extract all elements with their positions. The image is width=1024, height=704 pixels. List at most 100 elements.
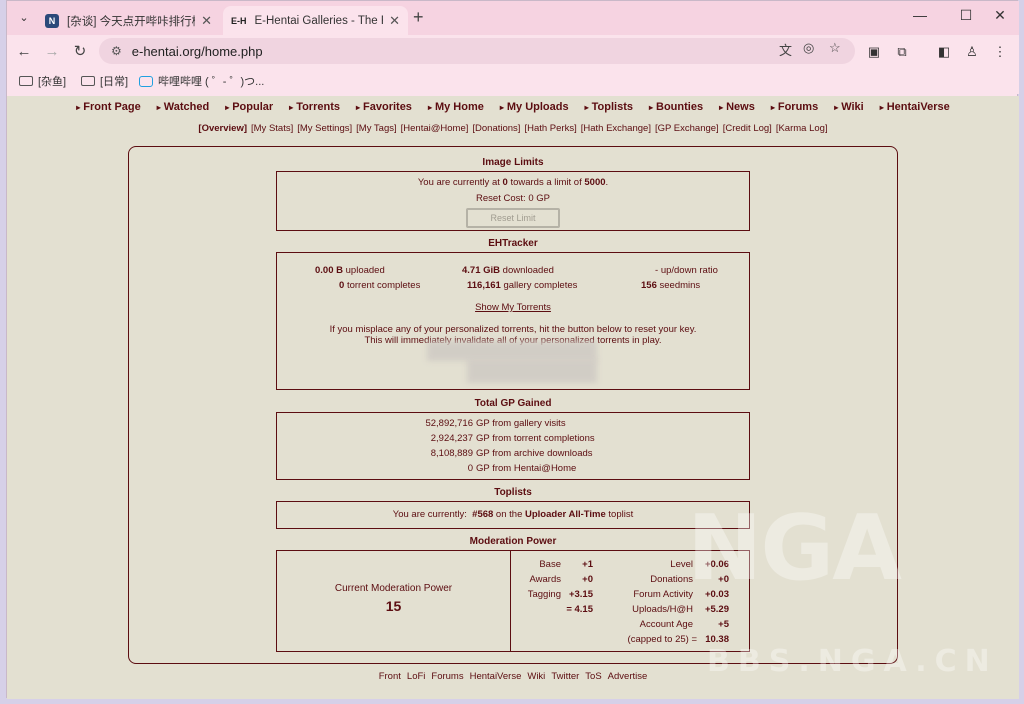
- main-nav-link[interactable]: Wiki: [834, 101, 864, 113]
- main-nav: Front Page Watched Popular Torrents Favorite…: [7, 101, 1019, 113]
- nga-favicon-icon: N: [45, 13, 59, 28]
- footer-link[interactable]: ToS: [585, 671, 601, 682]
- torrent-info-line1: If you misplace any of your personalized…: [329, 324, 697, 335]
- mod-left-label: Tagging: [527, 589, 561, 600]
- main-nav-link[interactable]: Front Page: [76, 101, 140, 113]
- value: 4.71 GiB: [462, 265, 501, 276]
- text: on the: [493, 509, 525, 520]
- main-nav-link[interactable]: My Uploads: [500, 101, 569, 113]
- close-tab-icon[interactable]: ✕: [201, 13, 212, 29]
- mod-right-label: Account Age: [639, 619, 693, 630]
- main-nav-link[interactable]: Favorites: [356, 101, 412, 113]
- nga-watermark-url: BBS.NGA.CN: [707, 644, 998, 679]
- tab-title: [杂谈] 今天点开哔咔排行榜一: [67, 15, 195, 28]
- menu-dots-icon[interactable]: ⋮: [991, 43, 1009, 61]
- extension-app-icon[interactable]: ▣: [865, 43, 883, 61]
- footer-link[interactable]: HentaiVerse: [470, 671, 522, 682]
- tab-ehentai[interactable]: E-H E-Hentai Galleries - The Free ✕: [223, 6, 408, 35]
- main-nav-link[interactable]: HentaiVerse: [880, 101, 950, 113]
- sub-nav-link[interactable]: [My Tags]: [356, 123, 396, 134]
- footer-link[interactable]: Wiki: [527, 671, 545, 682]
- reload-icon[interactable]: ↻: [69, 41, 91, 63]
- label: uploaded: [345, 265, 385, 276]
- main-nav-link[interactable]: Torrents: [289, 101, 340, 113]
- moderation-box: Current Moderation Power 15 Base +1 Awar…: [276, 550, 750, 652]
- site-info-icon[interactable]: ⚙: [111, 44, 122, 58]
- back-icon[interactable]: ←: [13, 41, 35, 63]
- main-nav-link[interactable]: News: [719, 101, 755, 113]
- ehtracker-title: EHTracker: [488, 238, 538, 249]
- mod-right-value: +5: [718, 619, 729, 630]
- footer-link[interactable]: LoFi: [407, 671, 425, 682]
- gp-row-label: GP from Hentai@Home: [476, 463, 577, 474]
- ratio-stat: - up/down ratio: [655, 265, 718, 276]
- footer-link[interactable]: Advertise: [608, 671, 648, 682]
- main-nav-link[interactable]: Toplists: [585, 101, 633, 113]
- sub-nav-link[interactable]: [Donations]: [472, 123, 520, 134]
- sub-nav-link[interactable]: [Hath Exchange]: [581, 123, 651, 134]
- redaction-blur: [467, 359, 597, 383]
- address-bar[interactable]: ⚙ e-hentai.org/home.php: [99, 38, 855, 64]
- footer-link[interactable]: Front: [379, 671, 401, 682]
- reset-cost: Reset Cost: 0 GP: [277, 193, 749, 204]
- minimize-icon[interactable]: —: [905, 7, 935, 23]
- text: towards a limit of: [507, 177, 585, 188]
- text: You are currently:: [392, 509, 467, 520]
- ehentai-favicon-icon: E-H: [231, 15, 247, 26]
- reset-limit-button[interactable]: Reset Limit: [466, 208, 560, 228]
- sub-nav-link[interactable]: [My Stats]: [251, 123, 293, 134]
- sub-nav-link[interactable]: [Hath Perks]: [524, 123, 576, 134]
- sub-nav-link[interactable]: [My Settings]: [297, 123, 352, 134]
- bookmark-star-icon[interactable]: ☆: [829, 40, 841, 56]
- maximize-icon[interactable]: ☐: [951, 7, 981, 24]
- mod-right-value: +5.29: [704, 604, 729, 615]
- forward-icon[interactable]: →: [41, 41, 63, 63]
- label: gallery completes: [503, 280, 578, 291]
- sub-nav-link[interactable]: [Overview]: [198, 123, 247, 134]
- main-nav-link[interactable]: Watched: [157, 101, 209, 113]
- translate-icon[interactable]: 文: [779, 40, 792, 59]
- label: up/down ratio: [660, 265, 718, 276]
- bookmark-bilibili[interactable]: 哔哩哔哩 ( ゜- ゜)つ...: [139, 73, 264, 89]
- main-nav-link[interactable]: My Home: [428, 101, 484, 113]
- folder-icon: [19, 76, 33, 86]
- eye-off-icon[interactable]: ◎: [803, 40, 814, 56]
- folder-icon: [81, 76, 95, 86]
- page-content: Front Page Watched Popular Torrents Favorite…: [7, 96, 1019, 699]
- moderation-current-panel: Current Moderation Power 15: [277, 551, 511, 651]
- main-nav-link[interactable]: Popular: [225, 101, 273, 113]
- tab-search-chevron-icon[interactable]: ⌄: [13, 8, 35, 28]
- sub-nav-link[interactable]: [Hentai@Home]: [401, 123, 469, 134]
- value: 0: [339, 280, 345, 291]
- extensions-puzzle-icon[interactable]: ⧉: [893, 43, 911, 61]
- current-moderation-label: Current Moderation Power: [334, 583, 453, 594]
- downloaded-stat: 4.71 GiB downloaded: [462, 265, 554, 276]
- sub-nav-link[interactable]: [Karma Log]: [776, 123, 828, 134]
- tab-title: E-Hentai Galleries - The Free: [254, 14, 384, 27]
- bookmark-label: [杂鱼]: [38, 76, 67, 88]
- new-tab-icon[interactable]: +: [413, 8, 424, 26]
- mod-left-value: +1: [582, 559, 593, 570]
- show-my-torrents-link[interactable]: Show My Torrents: [277, 302, 749, 313]
- image-limits-box: You are currently at 0 towards a limit o…: [276, 171, 750, 231]
- footer-link[interactable]: Forums: [431, 671, 463, 682]
- tab-strip: ⌄ N [杂谈] 今天点开哔咔排行榜一 ✕ E-H E-Hentai Galle…: [7, 1, 1019, 35]
- bookmark-folder-2[interactable]: [日常]: [81, 73, 128, 89]
- main-nav-link[interactable]: Bounties: [649, 101, 703, 113]
- main-nav-link[interactable]: Forums: [771, 101, 818, 113]
- sub-nav-link[interactable]: [GP Exchange]: [655, 123, 719, 134]
- limit-value: 5000: [584, 177, 606, 188]
- gp-row-value: 0: [467, 463, 473, 474]
- footer-link[interactable]: Twitter: [551, 671, 579, 682]
- close-tab-icon[interactable]: ✕: [389, 13, 400, 29]
- nga-watermark-logo: NGA: [687, 496, 902, 601]
- bookmark-folder-1[interactable]: [杂鱼]: [19, 73, 66, 89]
- sidepanel-icon[interactable]: ◧: [935, 43, 953, 61]
- gp-row-label: GP from gallery visits: [476, 418, 566, 429]
- close-window-icon[interactable]: ✕: [985, 7, 1015, 24]
- label: torrent completes: [346, 280, 421, 291]
- tab-nga[interactable]: N [杂谈] 今天点开哔咔排行榜一 ✕: [37, 6, 220, 35]
- profile-avatar-icon[interactable]: ♙: [963, 43, 981, 61]
- sub-nav-link[interactable]: [Credit Log]: [723, 123, 772, 134]
- uploaded-stat: 0.00 B uploaded: [315, 265, 385, 276]
